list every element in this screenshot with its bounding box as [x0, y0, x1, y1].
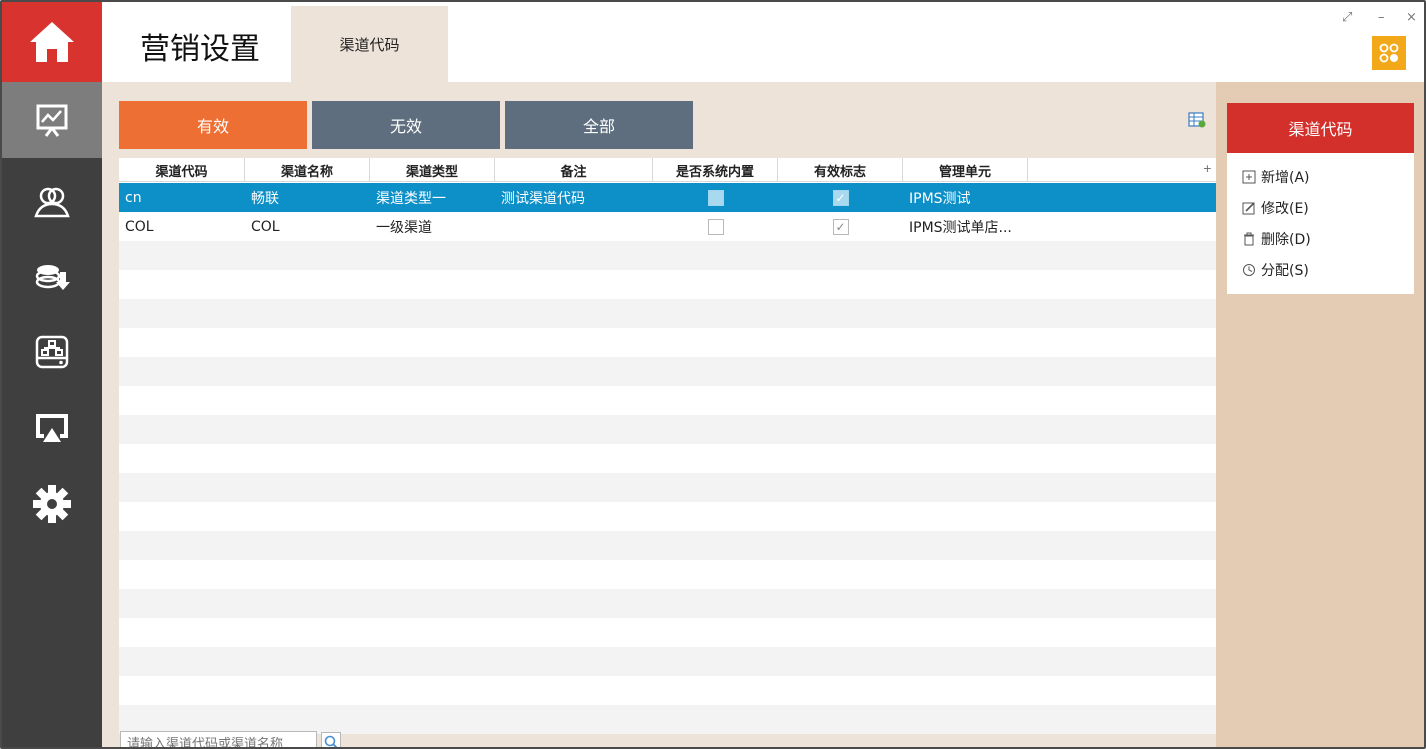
search-icon — [324, 735, 338, 747]
delete-button[interactable]: 删除(D) — [1242, 228, 1311, 250]
restore-button[interactable]: ⤢ — [1342, 10, 1352, 25]
cell-remark: 测试渠道代码 — [501, 190, 585, 207]
clock-icon — [1242, 263, 1256, 277]
empty-row — [119, 357, 1216, 386]
empty-row — [119, 618, 1216, 647]
minimize-button[interactable]: – — [1378, 10, 1385, 25]
add-button[interactable]: 新增(A) — [1242, 166, 1310, 188]
sidebar-item-marketing[interactable] — [2, 82, 102, 158]
table-row[interactable]: COL COL 一级渠道 ✓ IPMS测试单店... — [119, 212, 1216, 241]
empty-row — [119, 676, 1216, 705]
empty-row — [119, 647, 1216, 676]
sidebar-item-users[interactable] — [2, 164, 102, 240]
builtin-checkbox[interactable] — [707, 189, 724, 206]
col-header-valid[interactable]: 有效标志 — [778, 158, 903, 182]
empty-row — [119, 502, 1216, 531]
col-header-name[interactable]: 渠道名称 — [245, 158, 370, 182]
empty-row — [119, 531, 1216, 560]
edit-button[interactable]: 修改(E) — [1242, 197, 1309, 219]
presentation-chart-icon — [36, 104, 68, 137]
search-button[interactable] — [321, 732, 341, 747]
cell-remark — [495, 212, 653, 241]
sidebar-item-settings[interactable] — [2, 466, 102, 542]
action-card-title: 渠道代码 — [1227, 103, 1414, 153]
filter-all-button[interactable]: 全部 — [505, 101, 693, 149]
empty-row — [119, 241, 1216, 270]
app-window: 营销设置 渠道代码 ⤢ – × 有效 无效 全部 渠道代码 渠道名称 渠道类型 … — [0, 0, 1426, 749]
network-drive-icon — [35, 335, 69, 369]
empty-row — [119, 299, 1216, 328]
cell-name: 畅联 — [251, 190, 279, 207]
page-title: 营销设置 — [140, 32, 260, 67]
cell-unit: IPMS测试单店... — [909, 219, 1012, 236]
builtin-checkbox[interactable] — [707, 218, 724, 235]
cell-type: 一级渠道 — [376, 219, 432, 236]
home-icon — [30, 22, 74, 62]
add-label: 新增(A) — [1261, 170, 1310, 186]
delete-label: 删除(D) — [1261, 232, 1311, 248]
cell-type: 渠道类型一 — [376, 190, 446, 207]
empty-row — [119, 415, 1216, 444]
edit-label: 修改(E) — [1261, 201, 1309, 217]
trash-icon — [1242, 232, 1256, 246]
gear-icon — [33, 485, 71, 523]
assign-button[interactable]: 分配(S) — [1242, 259, 1309, 281]
main-content: 有效 无效 全部 渠道代码 渠道名称 渠道类型 备注 是否系统内置 有效标志 管… — [102, 82, 1216, 747]
edit-icon — [1242, 201, 1256, 215]
table-header: 渠道代码 渠道名称 渠道类型 备注 是否系统内置 有效标志 管理单元 + — [119, 158, 1216, 182]
plus-box-icon — [1242, 170, 1256, 184]
col-header-code[interactable]: 渠道代码 — [119, 158, 245, 182]
users-icon — [34, 187, 70, 218]
filter-valid-button[interactable]: 有效 — [119, 101, 307, 149]
channel-code-table: 渠道代码 渠道名称 渠道类型 备注 是否系统内置 有效标志 管理单元 + cn … — [119, 158, 1216, 734]
empty-row — [119, 386, 1216, 415]
cell-code: cn — [125, 189, 142, 206]
sidebar-item-network[interactable] — [2, 314, 102, 390]
export-excel-icon[interactable] — [1188, 112, 1206, 128]
action-panel: 渠道代码 新增(A) 修改(E) 删除(D) 分配(S) — [1216, 82, 1424, 747]
sidebar-item-home[interactable] — [2, 2, 102, 82]
add-column-icon[interactable]: + — [1203, 162, 1212, 175]
empty-row — [119, 328, 1216, 357]
valid-checkbox[interactable]: ✓ — [832, 218, 849, 235]
tab-channel-code[interactable]: 渠道代码 — [291, 6, 448, 82]
apps-button[interactable] — [1372, 36, 1406, 70]
col-header-builtin[interactable]: 是否系统内置 — [653, 158, 778, 182]
empty-row — [119, 270, 1216, 299]
valid-checkbox[interactable]: ✓ — [832, 189, 849, 206]
cell-unit: IPMS测试 — [909, 190, 971, 207]
filter-invalid-button[interactable]: 无效 — [312, 101, 500, 149]
col-header-type[interactable]: 渠道类型 — [370, 158, 495, 182]
coins-download-icon — [35, 265, 70, 290]
action-card: 渠道代码 新增(A) 修改(E) 删除(D) 分配(S) — [1227, 103, 1414, 294]
apps-grid-icon — [1379, 43, 1399, 63]
empty-row — [119, 444, 1216, 473]
col-header-remark[interactable]: 备注 — [495, 158, 653, 182]
table-row[interactable]: cn 畅联 渠道类型一 测试渠道代码 ✓ IPMS测试 — [119, 183, 1216, 212]
close-button[interactable]: × — [1406, 10, 1417, 25]
cell-code: COL — [125, 218, 154, 235]
airplay-icon — [36, 414, 68, 442]
search-input[interactable] — [120, 731, 317, 747]
sidebar-item-display[interactable] — [2, 390, 102, 466]
col-header-unit[interactable]: 管理单元 — [903, 158, 1028, 182]
assign-label: 分配(S) — [1261, 263, 1309, 279]
empty-row — [119, 589, 1216, 618]
empty-row — [119, 560, 1216, 589]
empty-row — [119, 705, 1216, 734]
empty-row — [119, 473, 1216, 502]
header: 营销设置 渠道代码 ⤢ – × — [102, 2, 1424, 82]
sidebar-item-finance[interactable] — [2, 238, 102, 314]
sidebar — [2, 2, 102, 747]
cell-name: COL — [251, 218, 280, 235]
